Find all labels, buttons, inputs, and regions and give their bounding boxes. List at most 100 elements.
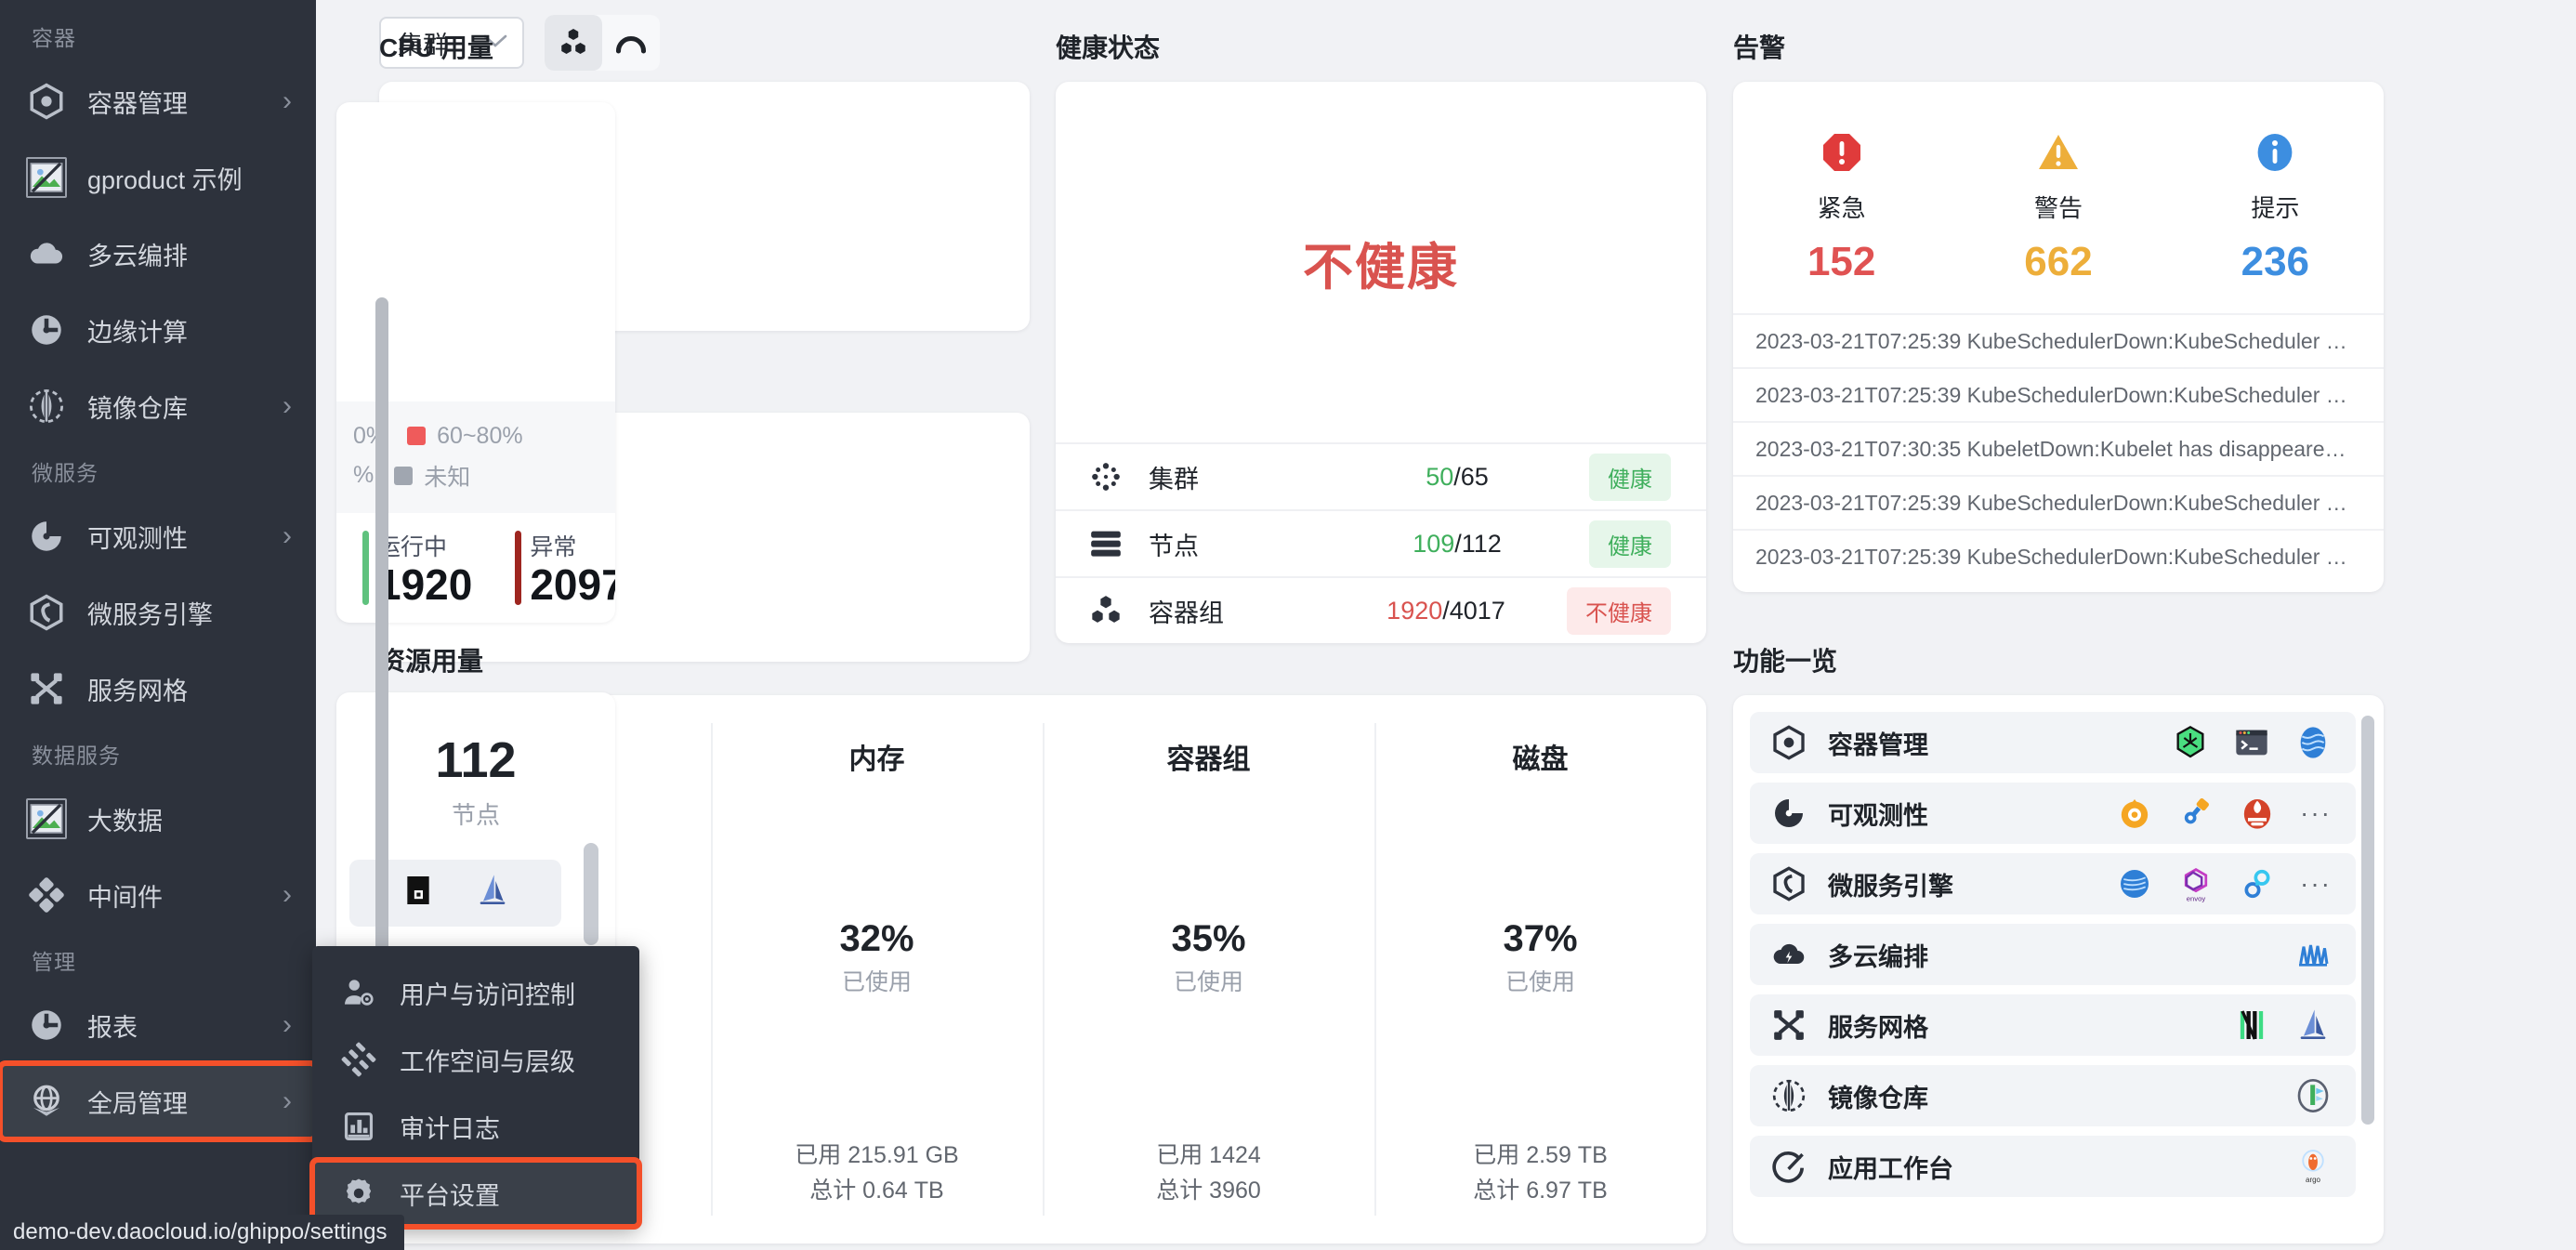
- sidebar-item-label: 边缘计算: [87, 318, 188, 347]
- submenu-item-label: 工作空间与层级: [400, 1047, 575, 1076]
- health-row-value: 50/65: [1426, 462, 1489, 491]
- feature-label: 微服务引擎: [1828, 872, 1953, 901]
- list-item[interactable]: 2023-03-21T07:25:39 KubeSchedulerDown:Ku…: [1733, 475, 2384, 529]
- sidebar-item-global-management[interactable]: 全局管理 ›: [0, 1060, 319, 1142]
- registry-icon: [1770, 1077, 1811, 1114]
- resource-cell-disk: 磁盘 37% 已使用 已用 2.59 TB 总计 6.97 TB: [1374, 695, 1706, 1243]
- feature-row-multicloud[interactable]: 多云编排: [1750, 924, 2356, 985]
- resource-cell-memory: 内存 32% 已使用 已用 215.91 GB 总计 0.64 TB: [711, 695, 1043, 1243]
- features-scrollbar[interactable]: [2361, 716, 2374, 1125]
- health-row-cluster[interactable]: 集群 50/65 健康: [1056, 442, 1706, 509]
- resource-percent: 37%: [1503, 918, 1578, 959]
- sidebar-item-label: 全局管理: [87, 1089, 188, 1118]
- list-item[interactable]: 2023-03-21T07:25:39 KubeSchedulerDown:Ku…: [1733, 367, 2384, 421]
- feature-row-workbench[interactable]: 应用工作台 argo: [1750, 1136, 2356, 1197]
- resource-used: 已用 2.59 TB: [1473, 1142, 1608, 1168]
- resource-sub: 已使用: [841, 969, 912, 995]
- health-row-node[interactable]: 节点 109/112 健康: [1056, 509, 1706, 576]
- node-card-scrollbar[interactable]: [584, 843, 598, 945]
- user-settings-icon: [338, 972, 379, 1013]
- sidebar-item-observability[interactable]: 可观测性 ›: [0, 498, 316, 574]
- karmada-logo: [2294, 936, 2332, 973]
- alert-summary-info[interactable]: 提示 236: [2167, 130, 2384, 285]
- health-column: 健康状态 不健康 集群 50/65 健康 节点 109/112 健康 容器组 1…: [1056, 28, 1706, 643]
- sidebar-item-container-management[interactable]: 容器管理 ›: [0, 63, 316, 139]
- sidebar-item-middleware[interactable]: 中间件 ›: [0, 857, 316, 933]
- sidebar-item-label: 大数据: [87, 807, 163, 836]
- alerts-column: 告警 紧急 152 警告 662 提示 236 2023-03-21T07:25…: [1733, 28, 2384, 592]
- main-content: 集群 CPU 用量 内存用量 健康状态: [316, 0, 2576, 1250]
- health-row-label: 节点: [1149, 532, 1199, 560]
- chevron-right-icon: ›: [283, 879, 292, 910]
- sidebar-item-service-mesh[interactable]: 服务网格: [0, 651, 316, 727]
- sidebar-group-label-data-service: 数据服务: [32, 743, 121, 768]
- alerts-list: 2023-03-21T07:25:39 KubeSchedulerDown:Ku…: [1733, 313, 2384, 592]
- list-item[interactable]: 2023-03-21T07:30:35 KubeletDown:Kubelet …: [1733, 421, 2384, 475]
- node-icon: [1087, 525, 1130, 562]
- feature-row-container-management[interactable]: 容器管理: [1750, 712, 2356, 773]
- list-item[interactable]: 2023-03-21T07:25:39 KubeSchedulerDown:Ku…: [1733, 313, 2384, 367]
- sidebar-item-gproduct-demo[interactable]: gproduct 示例: [0, 139, 316, 216]
- sidebar-item-label: 可观测性: [87, 524, 188, 553]
- audit-log-icon: [338, 1106, 379, 1147]
- submenu-item-workspace-hierarchy[interactable]: 工作空间与层级: [312, 1026, 639, 1093]
- health-row-pod[interactable]: 容器组 1920/4017 不健康: [1056, 576, 1706, 643]
- harbor-logo: [2294, 1077, 2332, 1114]
- envoy-logo: envoy: [2177, 865, 2215, 902]
- app-root: 集群 CPU 用量 内存用量 健康状态: [0, 0, 2576, 1250]
- feature-row-service-mesh[interactable]: 服务网格: [1750, 994, 2356, 1056]
- health-row-value: 109/112: [1413, 529, 1502, 558]
- health-card: 不健康 集群 50/65 健康 节点 109/112 健康 容器组 1920/4…: [1056, 82, 1706, 643]
- alert-summary-critical[interactable]: 紧急 152: [1733, 130, 1950, 285]
- feature-label: 镜像仓库: [1828, 1084, 1928, 1112]
- sidebar-item-microservice-engine[interactable]: 微服务引擎: [0, 574, 316, 651]
- resource-percent: 35%: [1171, 918, 1246, 959]
- kiali-logo: [2233, 1007, 2270, 1044]
- svg-text:argo: argo: [2306, 1176, 2321, 1184]
- stat-abnormal: 异常 2097: [515, 529, 615, 607]
- alert-summary-warning[interactable]: 警告 662: [1950, 130, 2166, 285]
- pod-icon: [1087, 592, 1130, 629]
- kong-logo: [2239, 865, 2276, 902]
- alert-label: 警告: [2033, 194, 2083, 222]
- submenu-item-label: 用户与访问控制: [400, 980, 575, 1009]
- sidebar-group-label-microservice: 微服务: [32, 461, 99, 485]
- feature-row-microservice-engine[interactable]: 微服务引擎 envoy ···: [1750, 853, 2356, 914]
- chevron-right-icon: ›: [283, 520, 292, 551]
- sidebar-item-registry[interactable]: 镜像仓库 ›: [0, 368, 316, 444]
- alerts-summary: 紧急 152 警告 662 提示 236: [1733, 82, 2384, 313]
- more-icon[interactable]: ···: [2300, 869, 2332, 899]
- broken-image-icon: [24, 796, 69, 841]
- prometheus-logo: [2239, 795, 2276, 832]
- registry-icon: [24, 384, 69, 428]
- edge-icon: [24, 308, 69, 352]
- docker-logo: [400, 870, 437, 917]
- status-badge: 健康: [1589, 520, 1671, 568]
- submenu-item-audit-log[interactable]: 审计日志: [312, 1093, 639, 1160]
- feature-label: 服务网格: [1828, 1013, 1928, 1042]
- cube-icon: [1770, 724, 1811, 761]
- sidebar-item-report[interactable]: 报表 ›: [0, 987, 316, 1063]
- chevron-right-icon: ›: [283, 1086, 292, 1116]
- broken-image-icon: [24, 155, 69, 200]
- sidebar-item-bigdata[interactable]: 大数据: [0, 781, 316, 857]
- more-icon[interactable]: ···: [2300, 798, 2332, 828]
- sidebar-item-multicloud[interactable]: 多云编排: [0, 216, 316, 292]
- sidebar-group-label-container: 容器: [32, 26, 76, 50]
- sidebar-item-label: 镜像仓库: [87, 394, 188, 423]
- resource-percent: 32%: [839, 918, 914, 959]
- feature-row-registry[interactable]: 镜像仓库: [1750, 1065, 2356, 1126]
- svg-text:envoy: envoy: [2187, 894, 2206, 902]
- status-bar-url: demo-dev.daocloud.io/ghippo/settings: [0, 1215, 404, 1250]
- report-icon: [24, 1003, 69, 1047]
- submenu-item-label: 平台设置: [400, 1181, 500, 1210]
- mesh-engine-icon: [24, 590, 69, 635]
- list-item[interactable]: 2023-03-21T07:25:39 KubeSchedulerDown:Ku…: [1733, 529, 2384, 583]
- service-mesh-icon: [24, 666, 69, 711]
- legend-label: 未知: [424, 464, 471, 491]
- jaeger-logo: [2177, 795, 2215, 832]
- features-section: 功能一览 容器管理 可观测性 ··· 微服务引擎 envoy ··· 多云编排 …: [1733, 641, 2384, 1243]
- submenu-item-user-access-control[interactable]: 用户与访问控制: [312, 959, 639, 1026]
- feature-row-observability[interactable]: 可观测性 ···: [1750, 783, 2356, 844]
- sidebar-item-edge-computing[interactable]: 边缘计算: [0, 292, 316, 368]
